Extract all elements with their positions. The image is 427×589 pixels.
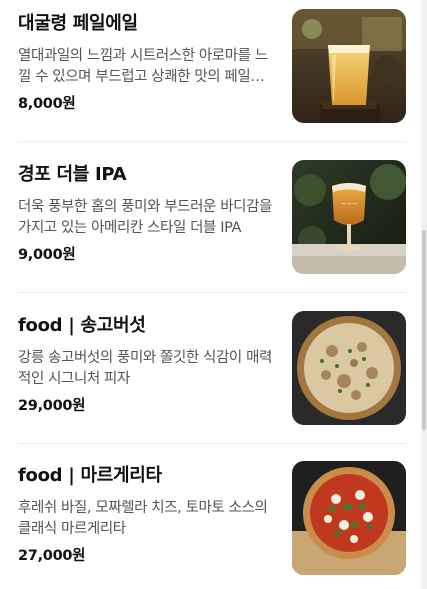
menu-item-pale-ale[interactable]: 대굴령 페일에일 열대과일의 느낌과 시트러스한 아로마를 느낄 수 있으며 부… [18,9,406,124]
menu-item-text: 경포 더블 IPA 더욱 풍부한 홉의 풍미와 부드러운 바디감을 가지고 있는… [18,160,276,265]
menu-item-name: 경포 더블 IPA [18,164,127,185]
mushroom-pizza-photo [292,311,406,425]
menu-item-description: 열대과일의 느낌과 시트러스한 아로마를 느낄 수 있으며 부드럽고 상쾌한 맛… [18,48,268,85]
menu-item-double-ipa[interactable]: 경포 더블 IPA 더욱 풍부한 홉의 풍미와 부드러운 바디감을 가지고 있는… [18,160,406,275]
menu-item-name: food | 송고버섯 [18,315,146,336]
menu-item-description: 더욱 풍부한 홉의 풍미와 부드러운 바디감을 가지고 있는 아메리칸 스타일 … [18,199,272,236]
item-divider [18,141,406,142]
menu-item-description: 강릉 송고버섯의 풍미와 쫄깃한 식감이 매력적인 시그니처 피자 [18,350,272,387]
menu-item-price: 9,000원 [18,247,76,263]
menu-page: 대굴령 페일에일 열대과일의 느낌과 시트러스한 아로마를 느낄 수 있으며 부… [0,0,427,589]
pale-ale-glass-photo [292,9,406,123]
menu-item-name: 대굴령 페일에일 [18,13,138,34]
menu-item-price: 29,000원 [18,398,86,414]
ipa-glass-photo: ~~~ [292,160,406,274]
menu-item-price: 8,000원 [18,96,76,112]
menu-item-margherita[interactable]: food | 마르게리타 후레쉬 바질, 모짜렐라 치즈, 토마토 소스의 클래… [18,461,406,576]
menu-item-text: food | 마르게리타 후레쉬 바질, 모짜렐라 치즈, 토마토 소스의 클래… [18,461,276,566]
scrollbar-thumb[interactable] [422,230,426,430]
svg-text:~~~: ~~~ [340,200,358,208]
margherita-pizza-photo [292,461,406,575]
item-divider [18,292,406,293]
menu-item-text: food | 송고버섯 강릉 송고버섯의 풍미와 쫄깃한 식감이 매력적인 시그… [18,311,276,416]
menu-item-text: 대굴령 페일에일 열대과일의 느낌과 시트러스한 아로마를 느낄 수 있으며 부… [18,9,276,114]
scrollbar-track[interactable] [421,0,427,589]
menu-item-mushroom-pizza[interactable]: food | 송고버섯 강릉 송고버섯의 풍미와 쫄깃한 식감이 매력적인 시그… [18,311,406,426]
item-divider [18,443,406,444]
menu-item-price: 27,000원 [18,548,86,564]
menu-item-description: 후레쉬 바질, 모짜렐라 치즈, 토마토 소스의 클래식 마르게리타 [18,500,268,537]
menu-item-name: food | 마르게리타 [18,465,162,486]
